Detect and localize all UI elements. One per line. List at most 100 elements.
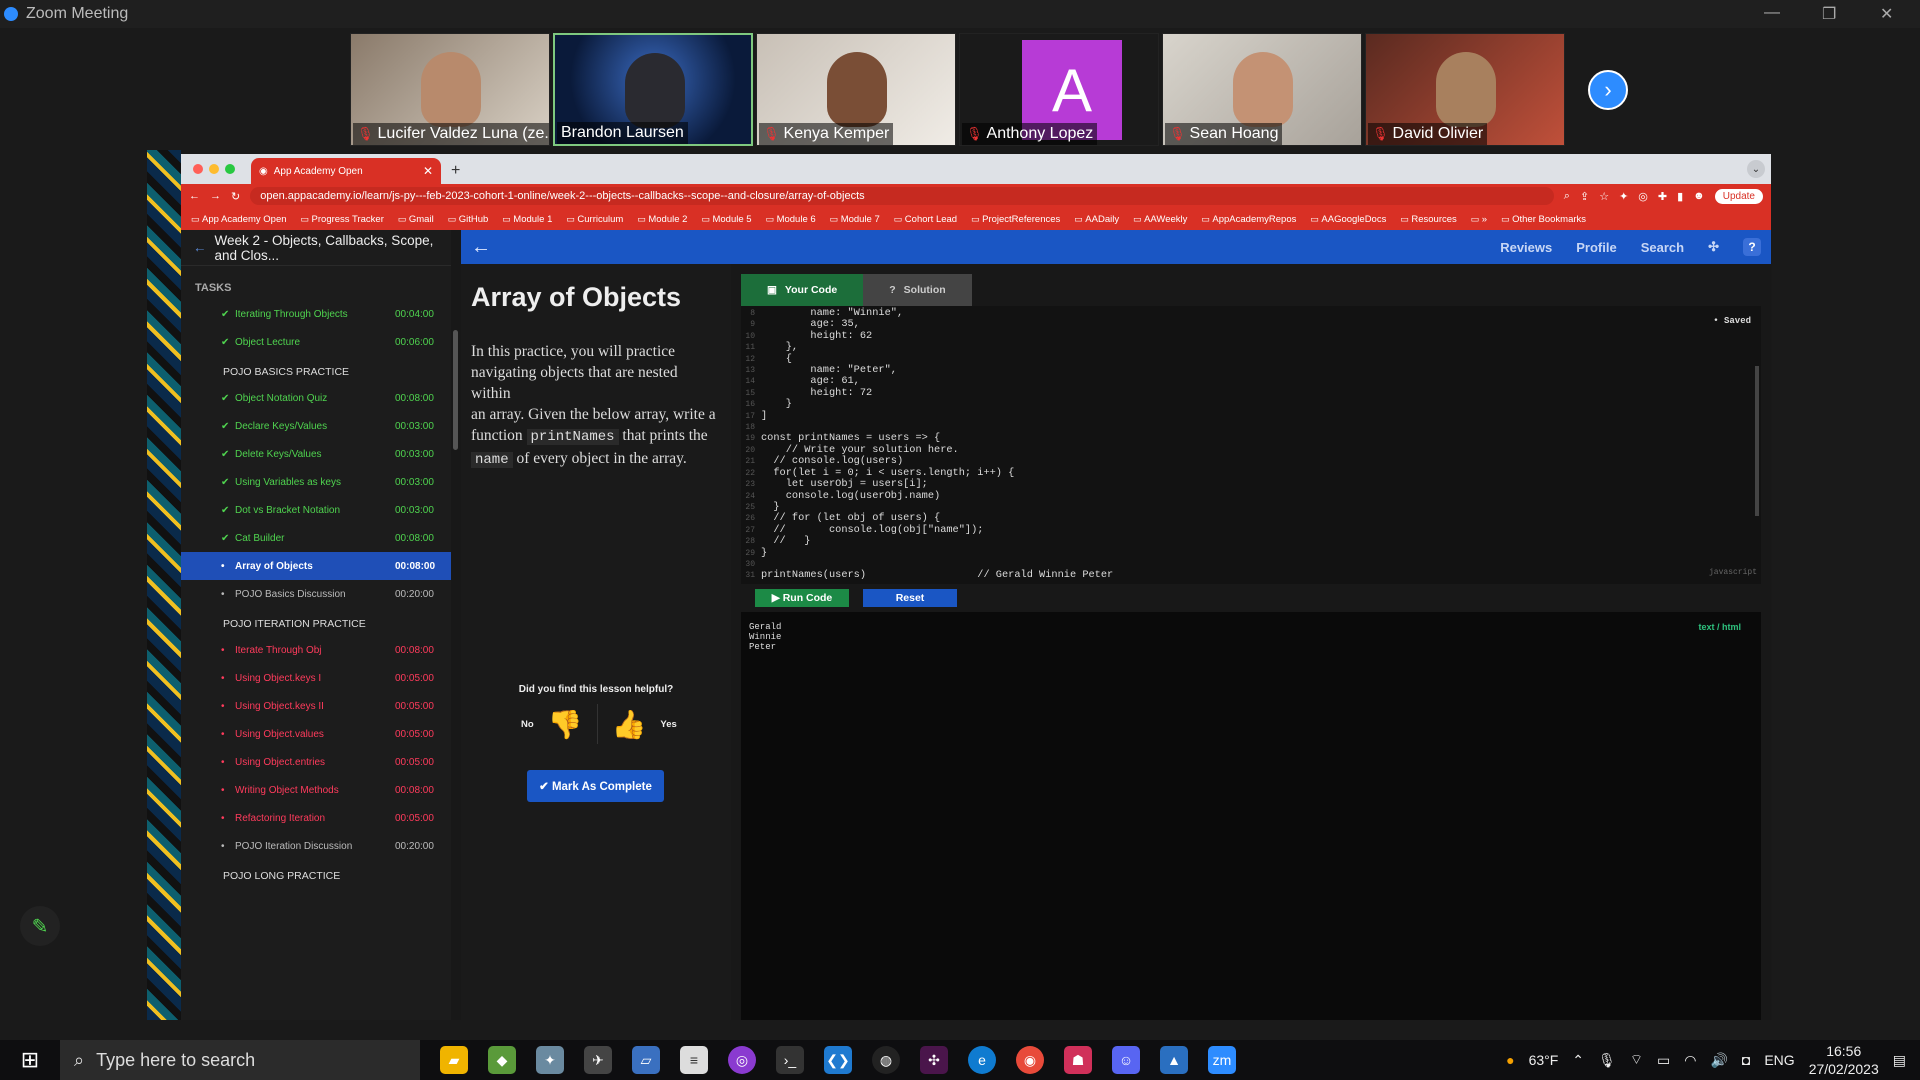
task-item[interactable]: • Refactoring Iteration 00:05:00 — [181, 804, 451, 832]
bookmark-item[interactable]: App Academy Open — [191, 214, 287, 225]
bookmark-item[interactable]: Module 7 — [830, 214, 880, 225]
bookmark-item[interactable]: Module 1 — [502, 214, 552, 225]
share-icon[interactable]: ⇪ — [1580, 190, 1589, 203]
task-item[interactable]: • Writing Object Methods 00:08:00 — [181, 776, 451, 804]
zoom-icon[interactable]: zm — [1208, 1046, 1236, 1074]
nav-search[interactable]: Search — [1641, 240, 1684, 255]
bookmark-item[interactable]: Resources — [1400, 214, 1456, 225]
app-icon[interactable]: ◆ — [488, 1046, 516, 1074]
app-icon[interactable]: ☗ — [1064, 1046, 1092, 1074]
obs-icon[interactable]: ◍ — [872, 1046, 900, 1074]
bookmark-item[interactable]: Curriculum — [566, 214, 623, 225]
chevron-up-icon[interactable]: ⌃ — [1572, 1052, 1584, 1069]
chrome-icon[interactable]: ◉ — [1016, 1046, 1044, 1074]
participant-tile[interactable]: 🎙 Kenya Kemper — [756, 33, 956, 146]
notifications-icon[interactable]: ▤ — [1893, 1052, 1906, 1069]
microphone-icon[interactable]: 🎙 — [1598, 1052, 1616, 1069]
profile-icon[interactable]: ☻ — [1693, 190, 1705, 202]
taskbar-search-box[interactable]: ⌕ Type here to search — [60, 1040, 420, 1080]
language-indicator[interactable]: ENG — [1764, 1052, 1794, 1068]
bookmark-item[interactable]: ProjectReferences — [971, 214, 1060, 225]
app-icon[interactable]: ▱ — [632, 1046, 660, 1074]
sidebar-scrollbar[interactable] — [453, 330, 458, 450]
participant-tile[interactable]: A 🎙 Anthony Lopez — [959, 33, 1159, 146]
run-code-button[interactable]: ▶ Run Code — [755, 589, 849, 607]
slack-icon[interactable]: ✣ — [1708, 239, 1719, 255]
url-input[interactable]: open.appacademy.io/learn/js-py---feb-202… — [250, 187, 1554, 205]
task-item[interactable]: ✔ Dot vs Bracket Notation 00:03:00 — [181, 496, 451, 524]
sidebar-header[interactable]: ← Week 2 - Objects, Callbacks, Scope, an… — [181, 230, 451, 266]
tab-your-code[interactable]: ▣ Your Code — [741, 274, 864, 306]
task-item[interactable]: • Using Object.entries 00:05:00 — [181, 748, 451, 776]
bookmark-item[interactable]: Other Bookmarks — [1501, 214, 1586, 225]
back-arrow-icon[interactable]: ← — [193, 240, 207, 255]
notepad-icon[interactable]: ≡ — [680, 1046, 708, 1074]
next-page-button[interactable]: › — [1588, 70, 1628, 110]
task-item[interactable]: • POJO Iteration Discussion 00:20:00 — [181, 832, 451, 860]
close-window-button[interactable] — [193, 164, 203, 174]
back-arrow-icon[interactable]: ← — [471, 236, 491, 259]
bookmark-item[interactable]: AADaily — [1074, 214, 1119, 225]
app-icon[interactable]: ✦ — [536, 1046, 564, 1074]
extension-icon[interactable]: ✦ — [1619, 190, 1628, 203]
code-editor[interactable]: 8 name: "Winnie", 9 age: 35, 10 height: 62… — [741, 306, 1761, 584]
extension-icon[interactable]: ◎ — [1638, 190, 1648, 203]
zoom-icon[interactable]: ⌕ — [1564, 190, 1570, 203]
editor-scrollbar[interactable] — [1755, 366, 1759, 516]
task-item[interactable]: ✔ Using Variables as keys 00:03:00 — [181, 468, 451, 496]
tab-solution[interactable]: ? Solution — [863, 274, 972, 306]
wifi-icon[interactable]: ◠ — [1684, 1052, 1696, 1069]
task-item[interactable]: • Iterate Through Obj 00:08:00 — [181, 636, 451, 664]
app-icon[interactable]: ◎ — [728, 1046, 756, 1074]
output-mode-toggle[interactable]: text / html — [1698, 622, 1741, 632]
new-tab-button[interactable]: + — [451, 162, 460, 180]
reload-icon[interactable]: ↻ — [231, 190, 240, 203]
app-icon[interactable]: ✈ — [584, 1046, 612, 1074]
battery-icon[interactable]: ▭ — [1657, 1052, 1670, 1069]
minimize-window-button[interactable] — [209, 164, 219, 174]
thumbs-down-icon[interactable]: 👎 — [548, 708, 583, 741]
task-item[interactable]: ✔ Object Lecture 00:06:00 — [181, 328, 451, 356]
reset-button[interactable]: Reset — [863, 589, 957, 607]
tab-search-button[interactable]: ⌄ — [1747, 160, 1765, 178]
participant-tile[interactable]: Brandon Laursen — [553, 33, 753, 146]
bookmark-item[interactable]: Module 5 — [701, 214, 751, 225]
vscode-icon[interactable]: ❮❯ — [824, 1046, 852, 1074]
bookmark-star-icon[interactable]: ☆ — [1599, 190, 1609, 203]
photos-icon[interactable]: ▲ — [1160, 1046, 1188, 1074]
bookmark-item[interactable]: Module 6 — [766, 214, 816, 225]
bookmark-item[interactable]: Gmail — [398, 214, 434, 225]
sidebar-icon[interactable]: ▮ — [1677, 190, 1683, 203]
task-item[interactable]: • Using Object.values 00:05:00 — [181, 720, 451, 748]
task-item[interactable]: ✔ Cat Builder 00:08:00 — [181, 524, 451, 552]
forward-icon[interactable]: → — [210, 190, 221, 202]
task-item[interactable]: • POJO Basics Discussion 00:20:00 — [181, 580, 451, 608]
bookmark-item[interactable]: Progress Tracker — [301, 214, 384, 225]
bookmark-item[interactable]: Module 2 — [637, 214, 687, 225]
edge-icon[interactable]: e — [968, 1046, 996, 1074]
windows-start-button[interactable]: ⊞ — [0, 1047, 60, 1073]
file-explorer-icon[interactable]: ▰ — [440, 1046, 468, 1074]
close-tab-icon[interactable]: ✕ — [423, 164, 433, 178]
participant-tile[interactable]: 🎙 David Olivier — [1365, 33, 1565, 146]
discord-icon[interactable]: ☺ — [1112, 1046, 1140, 1074]
restore-icon[interactable]: ❐ — [1822, 4, 1836, 24]
network-icon[interactable]: ⌔ — [1630, 1051, 1643, 1069]
thumbs-up-icon[interactable]: 👍 — [612, 708, 647, 741]
bookmark-item[interactable]: AAGoogleDocs — [1310, 214, 1386, 225]
extensions-puzzle-icon[interactable]: ✚ — [1658, 190, 1667, 203]
browser-tab[interactable]: ◉ App Academy Open ✕ — [251, 158, 441, 184]
bookmark-item[interactable]: Cohort Lead — [894, 214, 957, 225]
help-button[interactable]: ? — [1743, 238, 1761, 256]
minimize-icon[interactable]: — — [1764, 4, 1780, 22]
terminal-icon[interactable]: ›_ — [776, 1046, 804, 1074]
task-item[interactable]: ✔ Iterating Through Objects 00:04:00 — [181, 300, 451, 328]
weather-temp[interactable]: 63°F — [1529, 1052, 1559, 1068]
close-icon[interactable]: ✕ — [1880, 4, 1893, 24]
volume-icon[interactable]: 🔊 — [1710, 1052, 1727, 1069]
slack-icon[interactable]: ✣ — [920, 1046, 948, 1074]
task-item[interactable]: ✔ Delete Keys/Values 00:03:00 — [181, 440, 451, 468]
clock[interactable]: 16:56 27/02/2023 — [1809, 1042, 1879, 1078]
bookmark-item[interactable]: » — [1471, 214, 1487, 225]
annotate-pencil-button[interactable]: ✎ — [20, 906, 60, 946]
